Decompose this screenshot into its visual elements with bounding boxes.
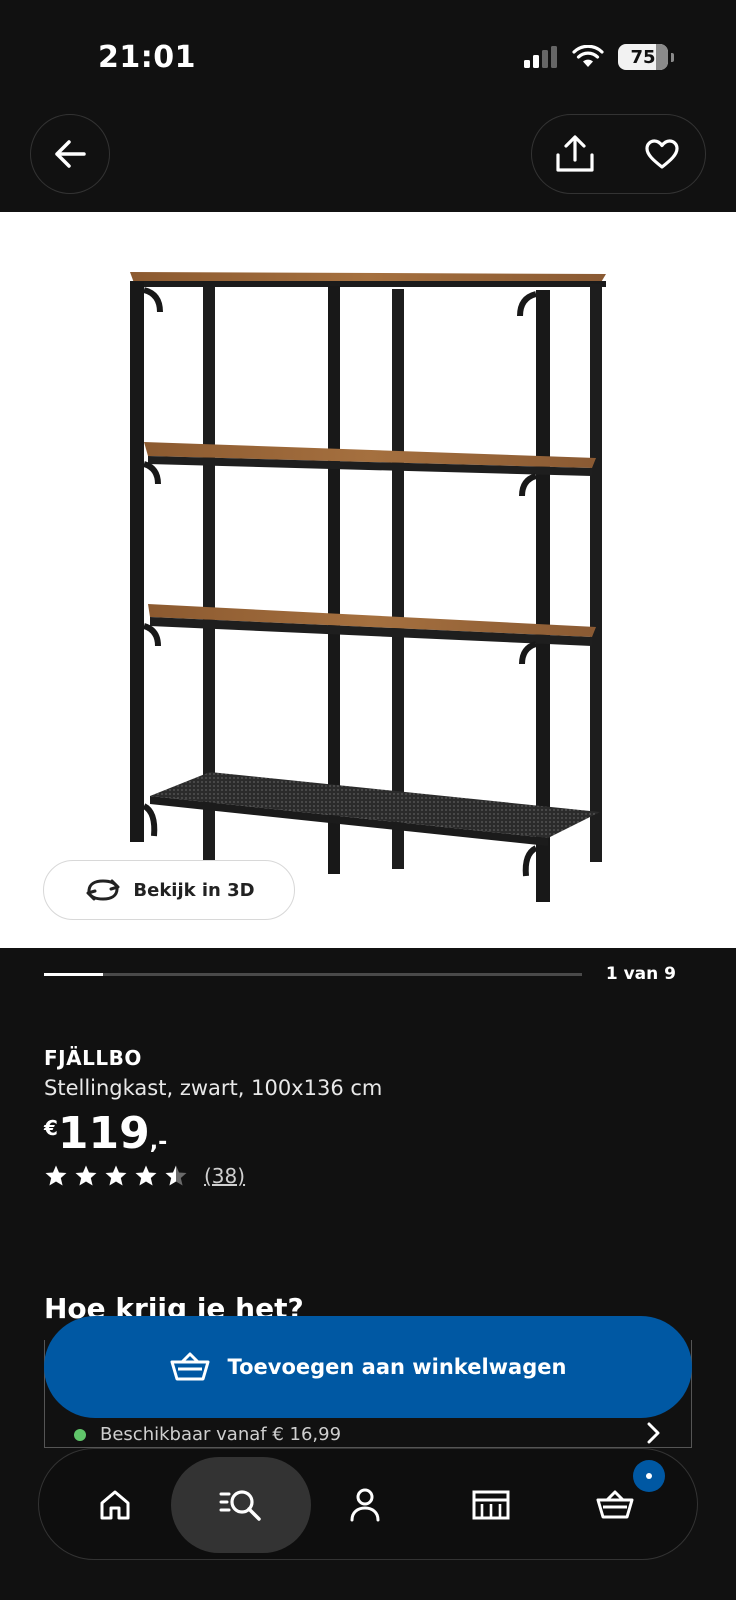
gallery-progress [44,973,582,976]
view-3d-button[interactable]: Bekijk in 3D [43,860,295,920]
status-time: 21:01 [98,40,196,75]
nav-home[interactable] [45,1457,185,1553]
availability-dot [74,1428,86,1441]
nav-account[interactable] [295,1457,435,1553]
chevron-right-icon[interactable] [646,1422,662,1444]
store-icon [472,1490,510,1520]
price-amount: 119 [57,1108,150,1159]
status-icons: 75 [524,44,674,70]
rating-stars [44,1164,188,1188]
status-bar: 21:01 75 [0,0,736,110]
star-icon [165,1165,187,1186]
battery-indicator: 75 [618,44,668,70]
review-count-link[interactable]: (38) [204,1164,245,1188]
star-icon [135,1165,157,1186]
person-icon [350,1488,380,1522]
product-description: Stellingkast, zwart, 100x136 cm [44,1076,383,1100]
star-icon [75,1165,97,1186]
search-icon [219,1490,261,1521]
rotate-3d-icon [86,879,120,901]
favorite-button[interactable] [632,124,692,184]
arrow-left-icon [55,140,86,168]
gallery-progress-fill [44,973,104,976]
signal-icon [524,46,557,68]
availability-text: Beschikbaar vanaf € 16,99 [100,1424,342,1445]
delivery-availability[interactable]: Beschikbaar vanaf € 16,99 [74,1424,341,1445]
share-icon [556,135,594,172]
cart-badge [633,1460,665,1492]
nav-search[interactable] [171,1457,311,1553]
add-to-cart-label: Toevoegen aan winkelwagen [227,1355,567,1379]
star-icon [45,1165,67,1186]
shelf-illustration [130,272,606,902]
add-to-cart-button[interactable]: Toevoegen aan winkelwagen [44,1316,692,1418]
product-price: € 119 ,- [44,1110,167,1158]
back-button[interactable] [30,114,110,194]
header-actions [531,114,706,194]
view-3d-label: Bekijk in 3D [133,879,255,901]
share-button[interactable] [545,124,605,184]
basket-icon [596,1490,634,1519]
price-suffix: ,- [149,1130,168,1155]
star-icon [105,1165,127,1186]
battery-cap [671,52,674,62]
price-currency: € [44,1116,58,1140]
home-icon [100,1490,130,1520]
wifi-icon [572,45,604,67]
battery-level: 75 [630,46,656,68]
product-rating[interactable]: (38) [44,1164,245,1188]
product-image[interactable] [0,212,736,948]
basket-icon [170,1352,210,1381]
nav-stores[interactable] [421,1457,561,1553]
heart-icon [645,139,679,169]
gallery-position-label: 1 van 9 [605,964,676,984]
bottom-navigation [38,1448,698,1560]
product-name: FJÄLLBO [44,1046,142,1070]
